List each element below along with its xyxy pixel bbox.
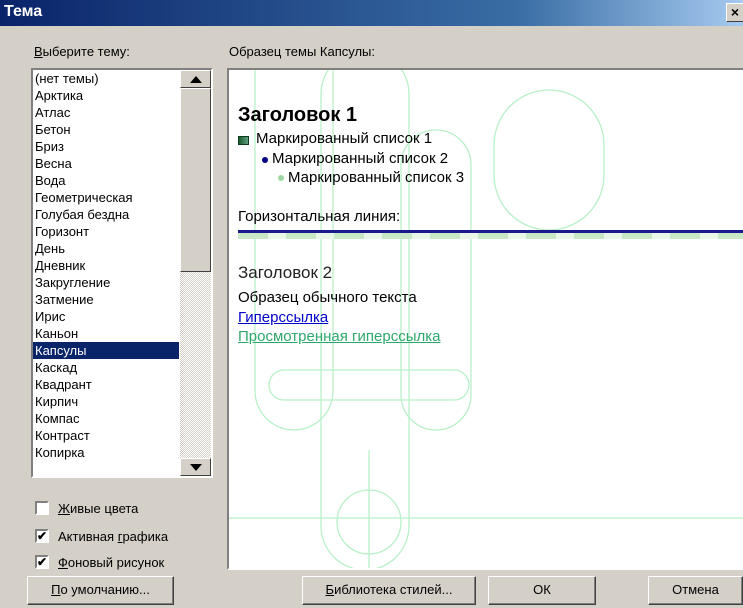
background-image-checkbox[interactable]: ✔ xyxy=(35,555,49,569)
checkmark-icon: ✔ xyxy=(37,555,48,569)
theme-list-label-text: ыберите тему: xyxy=(42,44,130,59)
preview-horizontal-rule-pattern xyxy=(238,233,743,239)
arrow-up-icon xyxy=(190,76,202,83)
preview-bullet-3: Маркированный список 3 xyxy=(288,169,465,186)
preview-visited-hyperlink: Просмотренная гиперссылка xyxy=(238,328,441,345)
theme-list-item[interactable]: Кирпич xyxy=(33,393,179,410)
style-gallery-accel: Б xyxy=(325,582,335,597)
theme-list-item[interactable]: Бриз xyxy=(33,138,179,155)
theme-list-item[interactable]: Весна xyxy=(33,155,179,172)
ok-button[interactable]: ОК xyxy=(488,576,596,605)
style-gallery-text: иблиотека стилей... xyxy=(334,582,453,597)
square-bullet-icon xyxy=(238,136,249,145)
theme-list-item[interactable]: Каньон xyxy=(33,325,179,342)
theme-list-item[interactable]: Квадрант xyxy=(33,376,179,393)
close-icon: × xyxy=(730,4,740,20)
scroll-down-button[interactable] xyxy=(180,458,211,476)
style-gallery-button[interactable]: Библиотека стилей... xyxy=(302,576,476,605)
preview-hyperlink: Гиперссылка xyxy=(238,309,329,326)
active-graphics-label: Активная графика xyxy=(58,529,168,544)
background-image-accel: Ф xyxy=(58,555,68,570)
theme-list-item[interactable]: Горизонт xyxy=(33,223,179,240)
background-image-label: Фоновый рисунок xyxy=(58,555,164,570)
theme-list-item[interactable]: Капсулы xyxy=(33,342,179,359)
theme-list-scrollbar[interactable] xyxy=(180,70,211,476)
theme-list-item[interactable]: (нет темы) xyxy=(33,70,179,87)
theme-list-item[interactable]: Закругление xyxy=(33,274,179,291)
scroll-up-button[interactable] xyxy=(180,70,211,88)
theme-list-item[interactable]: Ирис xyxy=(33,308,179,325)
preview-hr-label: Горизонтальная линия: xyxy=(238,208,401,225)
title-bar: Тема × xyxy=(0,0,743,26)
theme-preview: Заголовок 1 Маркированный список 1 Марки… xyxy=(227,68,743,570)
active-graphics-text: рафика xyxy=(122,529,169,544)
preview-bullet-2: Маркированный список 2 xyxy=(272,150,449,167)
theme-list-item[interactable]: Контраст xyxy=(33,427,179,444)
arrow-down-icon xyxy=(190,464,202,471)
theme-list[interactable]: (нет темы) Арктика Атлас Бетон Бриз Весна Вода… xyxy=(33,70,179,461)
preview-heading-1: Заголовок 1 xyxy=(238,104,358,126)
theme-list-item[interactable]: Геометрическая xyxy=(33,189,179,206)
theme-list-item[interactable]: Арктика xyxy=(33,87,179,104)
theme-list-item[interactable]: Вода xyxy=(33,172,179,189)
active-graphics-checkbox[interactable]: ✔ xyxy=(35,529,49,543)
vivid-colors-checkbox[interactable] xyxy=(35,501,49,515)
theme-list-item[interactable]: Копирка xyxy=(33,444,179,461)
background-image-text: оновый рисунок xyxy=(67,555,165,570)
theme-list-item[interactable]: Затмение xyxy=(33,291,179,308)
theme-list-item[interactable]: Компас xyxy=(33,410,179,427)
close-button[interactable]: × xyxy=(726,3,743,22)
preview-label: Образец темы Капсулы: xyxy=(229,44,376,59)
small-circle-bullet-icon xyxy=(278,175,284,181)
theme-list-item[interactable]: День xyxy=(33,240,179,257)
theme-list-item[interactable]: Атлас xyxy=(33,104,179,121)
vivid-colors-accel: Ж xyxy=(58,501,71,516)
preview-body-text: Образец обычного текста xyxy=(238,289,417,306)
set-default-button[interactable]: По умолчанию... xyxy=(27,576,174,605)
checkmark-icon: ✔ xyxy=(37,529,48,543)
theme-list-label-accel: В xyxy=(34,44,43,59)
window-title: Тема xyxy=(4,3,43,20)
preview-heading-2: Заголовок 2 xyxy=(238,263,333,282)
preview-bullet-1: Маркированный список 1 xyxy=(256,130,433,147)
theme-list-item[interactable]: Каскад xyxy=(33,359,179,376)
theme-list-label: Выберите тему: xyxy=(34,44,130,59)
vivid-colors-label: Живые цвета xyxy=(58,501,138,516)
theme-list-item[interactable]: Дневник xyxy=(33,257,179,274)
set-default-text: о умолчанию... xyxy=(60,582,150,597)
vivid-colors-text: ивые цвета xyxy=(70,501,139,516)
circle-bullet-icon xyxy=(262,157,268,163)
theme-list-item[interactable]: Бетон xyxy=(33,121,179,138)
active-graphics-text-pre: Активная xyxy=(58,529,118,544)
scroll-thumb[interactable] xyxy=(180,88,211,272)
cancel-button[interactable]: Отмена xyxy=(648,576,743,605)
theme-listbox[interactable]: (нет темы) Арктика Атлас Бетон Бриз Весна Вода… xyxy=(31,68,213,478)
theme-list-item[interactable]: Голубая бездна xyxy=(33,206,179,223)
